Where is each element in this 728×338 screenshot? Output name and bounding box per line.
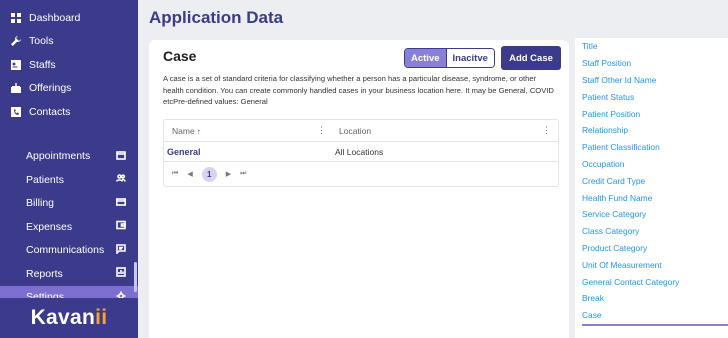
wallet-icon <box>116 220 126 233</box>
pagination: ⏮ ◀ 1 ▶ ⏭ <box>164 163 558 185</box>
list-item-service-category[interactable]: Service Category <box>575 206 728 223</box>
list-item-patient-position[interactable]: Patient Position <box>575 105 728 122</box>
table-header: Name ↑ ⋮ Location ⋮ <box>164 120 558 142</box>
card-title: Case <box>163 48 197 64</box>
sidebar-item-staffs[interactable]: Staffs <box>0 53 138 77</box>
sidebar-item-label: Contacts <box>29 105 71 118</box>
next-page-icon[interactable]: ▶ <box>226 170 231 178</box>
status-toggle: Active Inacitve <box>404 48 495 68</box>
sort-asc-icon: ↑ <box>196 126 201 136</box>
staff-card-icon <box>10 59 22 71</box>
last-page-icon[interactable]: ⏭ <box>240 170 246 178</box>
add-case-button[interactable]: Add Case <box>501 46 561 70</box>
wrench-icon <box>10 35 22 47</box>
column-header-location[interactable]: Location <box>339 120 371 142</box>
sidebar-item-expenses[interactable]: Expenses <box>0 215 138 239</box>
sidebar-item-appointments[interactable]: Appointments <box>0 145 138 169</box>
first-page-icon[interactable]: ⏮ <box>172 170 178 178</box>
sidebar-item-billing[interactable]: Billing <box>0 192 138 216</box>
sidebar-item-communications[interactable]: Communications <box>0 239 138 263</box>
cell-name[interactable]: General <box>167 142 201 162</box>
sidebar-item-label: Patients <box>26 173 64 186</box>
sidebar-item-label: Staffs <box>29 58 56 71</box>
application-data-list: Title Staff Position Staff Other Id Name… <box>575 38 728 338</box>
logo-bar: Kavanii <box>0 298 138 338</box>
sidebar-item-label: Tools <box>29 35 54 48</box>
sidebar-item-offerings[interactable]: Offerings <box>0 77 138 101</box>
offerings-icon <box>10 82 22 94</box>
sidebar-item-tools[interactable]: Tools <box>0 30 138 54</box>
kavanii-logo: Kavanii <box>30 306 108 329</box>
list-item-break[interactable]: Break <box>575 290 728 307</box>
list-item-class-category[interactable]: Class Category <box>575 223 728 240</box>
sidebar-item-contacts[interactable]: Contacts <box>0 100 138 124</box>
column-menu-icon[interactable]: ⋮ <box>542 125 551 136</box>
card-description: A case is a set of standard criteria for… <box>163 74 554 107</box>
sidebar: Dashboard Tools Staffs Offerings Contact… <box>0 0 138 338</box>
list-item-staff-other-id-name[interactable]: Staff Other Id Name <box>575 72 728 89</box>
list-item-health-fund-name[interactable]: Health Fund Name <box>575 189 728 206</box>
selected-item-indicator <box>582 324 728 326</box>
column-header-name[interactable]: Name ↑ <box>172 120 201 142</box>
sidebar-sub-nav: Appointments Patients Billing Expenses C… <box>0 145 138 309</box>
sidebar-item-dashboard[interactable]: Dashboard <box>0 6 138 30</box>
list-item-patient-status[interactable]: Patient Status <box>575 88 728 105</box>
active-toggle-option[interactable]: Active <box>405 49 446 67</box>
sidebar-item-label: Expenses <box>26 220 73 233</box>
sidebar-item-label: Dashboard <box>29 11 81 24</box>
sidebar-item-reports[interactable]: Reports <box>0 262 138 286</box>
page-title: Application Data <box>149 8 284 27</box>
table-row[interactable]: General All Locations <box>164 142 558 162</box>
list-item-credit-card-type[interactable]: Credit Card Type <box>575 172 728 189</box>
list-item-occupation[interactable]: Occupation <box>575 156 728 173</box>
contacts-icon <box>10 106 22 118</box>
sidebar-item-label: Offerings <box>29 82 72 95</box>
people-icon <box>116 173 126 186</box>
dashboard-icon <box>10 12 22 24</box>
sidebar-item-label: Communications <box>26 244 105 257</box>
sidebar-top-nav: Dashboard Tools Staffs Offerings Contact… <box>0 0 138 124</box>
column-menu-icon[interactable]: ⋮ <box>317 125 326 136</box>
card-icon <box>116 197 126 210</box>
sidebar-item-label: Billing <box>26 197 55 210</box>
cell-location: All Locations <box>335 147 384 157</box>
case-table: Name ↑ ⋮ Location ⋮ General All Locations… <box>163 119 559 187</box>
page-number[interactable]: 1 <box>201 166 217 182</box>
case-card: Case Active Inacitve Add Case A case is … <box>149 40 569 338</box>
list-item-unit-of-measurement[interactable]: Unit Of Measurement <box>575 256 728 273</box>
list-item-relationship[interactable]: Relationship <box>575 122 728 139</box>
chat-icon <box>116 243 126 257</box>
sidebar-item-patients[interactable]: Patients <box>0 168 138 192</box>
sidebar-item-label: Appointments <box>26 150 91 163</box>
list-item-patient-classification[interactable]: Patient Classification <box>575 139 728 156</box>
calendar-icon <box>116 150 126 163</box>
list-item-title[interactable]: Title <box>575 38 728 55</box>
list-item-staff-position[interactable]: Staff Position <box>575 55 728 72</box>
inactive-toggle-option[interactable]: Inacitve <box>445 49 494 67</box>
sidebar-item-label: Reports <box>26 267 63 280</box>
list-item-general-contact-category[interactable]: General Contact Category <box>575 273 728 290</box>
sidebar-scrollbar[interactable] <box>134 262 137 292</box>
report-icon <box>116 267 126 280</box>
prev-page-icon[interactable]: ◀ <box>187 170 192 178</box>
list-item-case[interactable]: Case <box>575 307 728 324</box>
list-item-product-category[interactable]: Product Category <box>575 240 728 257</box>
